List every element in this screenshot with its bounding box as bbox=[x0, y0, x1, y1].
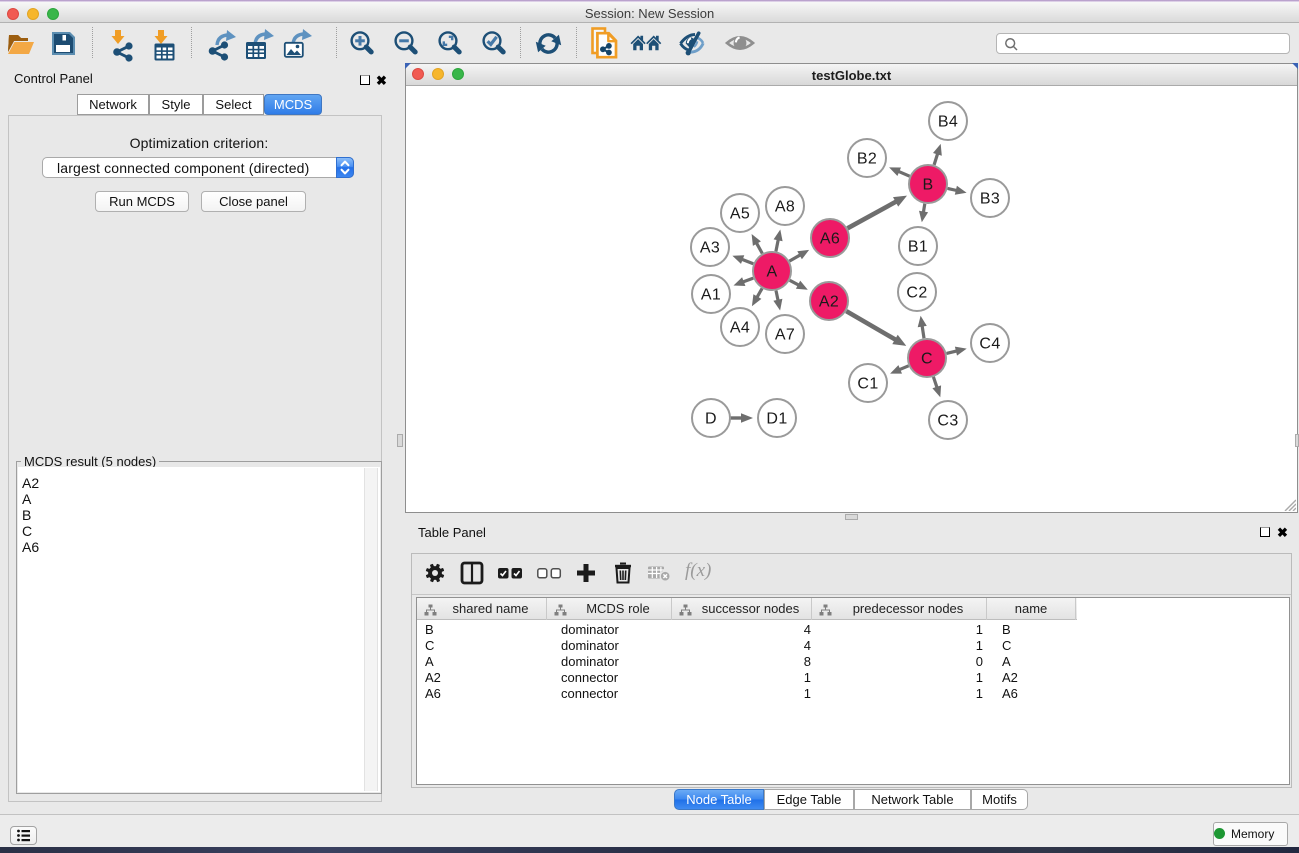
svg-text:B3: B3 bbox=[980, 191, 1000, 208]
svg-text:A2: A2 bbox=[819, 294, 839, 311]
svg-text:D1: D1 bbox=[766, 411, 787, 428]
svg-text:C: C bbox=[921, 351, 933, 368]
svg-text:C3: C3 bbox=[937, 413, 958, 430]
svg-text:B4: B4 bbox=[938, 114, 958, 131]
svg-text:A7: A7 bbox=[775, 327, 795, 344]
svg-text:C4: C4 bbox=[979, 336, 1000, 353]
svg-text:A: A bbox=[766, 264, 777, 281]
svg-text:C2: C2 bbox=[906, 285, 927, 302]
svg-text:C1: C1 bbox=[857, 376, 878, 393]
svg-text:A8: A8 bbox=[775, 199, 795, 216]
svg-text:A4: A4 bbox=[730, 320, 750, 337]
svg-text:D: D bbox=[705, 411, 717, 428]
svg-text:B1: B1 bbox=[908, 239, 928, 256]
svg-text:B2: B2 bbox=[857, 151, 877, 168]
svg-text:A1: A1 bbox=[701, 287, 721, 304]
svg-text:A5: A5 bbox=[730, 206, 750, 223]
svg-text:B: B bbox=[922, 177, 933, 194]
svg-text:A6: A6 bbox=[820, 231, 840, 248]
svg-text:A3: A3 bbox=[700, 240, 720, 257]
